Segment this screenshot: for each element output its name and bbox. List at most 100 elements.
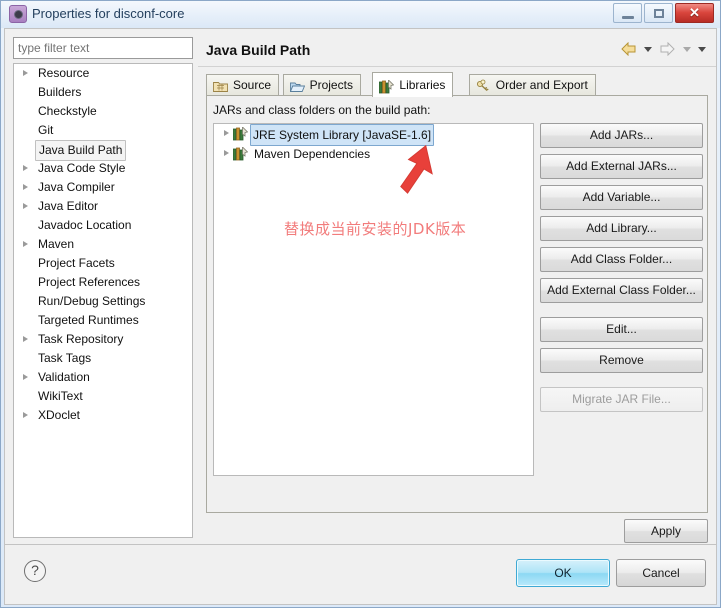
window-title: Properties for disconf-core [32,6,185,21]
sidebar-item-label: Javadoc Location [38,218,132,232]
sidebar-item-label: WikiText [38,389,83,403]
libraries-list[interactable]: JRE System Library [JavaSE-1.6] Maven Dep… [213,123,534,476]
sidebar-item-validation[interactable]: Validation [14,368,192,387]
library-list-item[interactable]: Maven Dependencies [214,144,533,164]
sidebar-item-git[interactable]: Git [14,121,192,140]
back-arrow-icon[interactable] [617,39,639,59]
tab-source[interactable]: Source [206,74,280,96]
expand-arrow-icon[interactable] [23,336,28,342]
maximize-button[interactable] [644,3,673,23]
ok-button[interactable]: OK [516,559,610,587]
sidebar-item-maven[interactable]: Maven [14,235,192,254]
sidebar-item-builders[interactable]: Builders [14,83,192,102]
cancel-button[interactable]: Cancel [616,559,706,587]
add-library-button[interactable]: Add Library... [540,216,703,241]
sidebar-item-label: Targeted Runtimes [38,313,139,327]
sidebar-item-resource[interactable]: Resource [14,64,192,83]
page-nav [617,39,708,59]
sidebar-item-java-compiler[interactable]: Java Compiler [14,178,192,197]
sidebar-item-label: Task Tags [38,351,92,365]
sidebar-item-label: Project References [38,275,141,289]
sidebar-item-label: Checkstyle [38,104,97,118]
horizontal-scrollbar[interactable] [198,509,716,565]
tab-label: Source [233,78,272,92]
back-history-dropdown[interactable] [641,39,654,59]
help-icon[interactable]: ? [24,560,46,582]
expand-arrow-icon[interactable] [23,165,28,171]
expand-arrow-icon[interactable] [224,150,229,156]
sidebar-item-label: Resource [38,66,90,80]
expand-arrow-icon[interactable] [23,184,28,190]
tab-label: Order and Export [495,78,588,92]
tab-label: Libraries [399,78,446,92]
library-label: Maven Dependencies [254,147,371,161]
tab-order-and-export[interactable]: Order and Export [468,74,596,96]
sidebar-item-xdoclet[interactable]: XDoclet [14,406,192,425]
add-external-class-folder-button[interactable]: Add External Class Folder... [540,278,703,303]
libraries-button-column: Add JARs... Add External JARs... Add Varia… [540,123,703,418]
sidebar-item-label: Java Code Style [38,161,126,175]
properties-dialog: Properties for disconf-core ✕ Resource Bu… [0,0,721,608]
expand-arrow-icon[interactable] [23,70,28,76]
sidebar-item-project-facets[interactable]: Project Facets [14,254,192,273]
library-books-icon [378,78,395,94]
minimize-button[interactable] [613,3,642,23]
close-icon: ✕ [689,5,700,20]
sidebar-item-targeted-runtimes[interactable]: Targeted Runtimes [14,311,192,330]
sidebar-item-label: Git [38,123,54,137]
sidebar-item-label: Project Facets [38,256,115,270]
sidebar-item-label: Maven [38,237,75,251]
sidebar-item-label: Java Compiler [38,180,115,194]
sidebar-item-wikitext[interactable]: WikiText [14,387,192,406]
add-jars-button[interactable]: Add JARs... [540,123,703,148]
sidebar-item-label: Validation [38,370,90,384]
tab-label: Projects [309,78,353,92]
sidebar-item-label: Run/Debug Settings [38,294,146,308]
view-menu-dropdown[interactable] [695,39,708,59]
panel-label: JARs and class folders on the build path… [213,103,431,117]
add-class-folder-button[interactable]: Add Class Folder... [540,247,703,272]
sidebar-item-label: Java Build Path [35,140,127,161]
sidebar-item-run-debug-settings[interactable]: Run/Debug Settings [14,292,192,311]
sidebar-item-checkstyle[interactable]: Checkstyle [14,102,192,121]
add-variable-button[interactable]: Add Variable... [540,185,703,210]
sidebar-item-label: Builders [38,85,82,99]
filter-input[interactable] [13,37,193,59]
header-divider [198,66,716,67]
library-list-item[interactable]: JRE System Library [JavaSE-1.6] [214,124,533,146]
expand-arrow-icon[interactable] [23,241,28,247]
sidebar-item-task-repository[interactable]: Task Repository [14,330,192,349]
add-external-jars-button[interactable]: Add External JARs... [540,154,703,179]
properties-icon [9,5,27,23]
sidebar-item-project-references[interactable]: Project References [14,273,192,292]
sidebar-item-java-build-path[interactable]: Java Build Path [14,140,192,161]
sidebar-item-label: Java Editor [38,199,99,213]
forward-arrow-icon[interactable] [656,39,678,59]
tab-libraries[interactable]: Libraries [372,72,454,97]
settings-tree[interactable]: Resource Builders Checkstyle Git Java Build … [13,63,193,538]
open-folder-icon [289,79,305,93]
red-arrow-annotation [379,143,435,230]
dialog-body: Resource Builders Checkstyle Git Java Build … [4,28,717,565]
remove-button[interactable]: Remove [540,348,703,373]
source-folder-icon [213,79,228,93]
libraries-tab-panel: JARs and class folders on the build path… [206,95,708,513]
expand-arrow-icon[interactable] [23,374,28,380]
sidebar-item-task-tags[interactable]: Task Tags [14,349,192,368]
sidebar-item-java-editor[interactable]: Java Editor [14,197,192,216]
sidebar-item-java-code-style[interactable]: Java Code Style [14,159,192,178]
order-export-icon [476,79,491,93]
migrate-jar-file-button: Migrate JAR File... [540,387,703,412]
expand-arrow-icon[interactable] [23,412,28,418]
expand-arrow-icon[interactable] [224,130,229,136]
sidebar-item-javadoc-location[interactable]: Javadoc Location [14,216,192,235]
page-title: Java Build Path [206,42,311,58]
annotation-text: 替换成当前安装的JDK版本 [284,220,467,238]
close-button[interactable]: ✕ [675,3,714,23]
edit-button[interactable]: Edit... [540,317,703,342]
forward-history-dropdown[interactable] [680,39,693,59]
sidebar-item-label: Task Repository [38,332,124,346]
expand-arrow-icon[interactable] [23,203,28,209]
library-books-icon [232,146,249,161]
tab-projects[interactable]: Projects [282,74,361,96]
